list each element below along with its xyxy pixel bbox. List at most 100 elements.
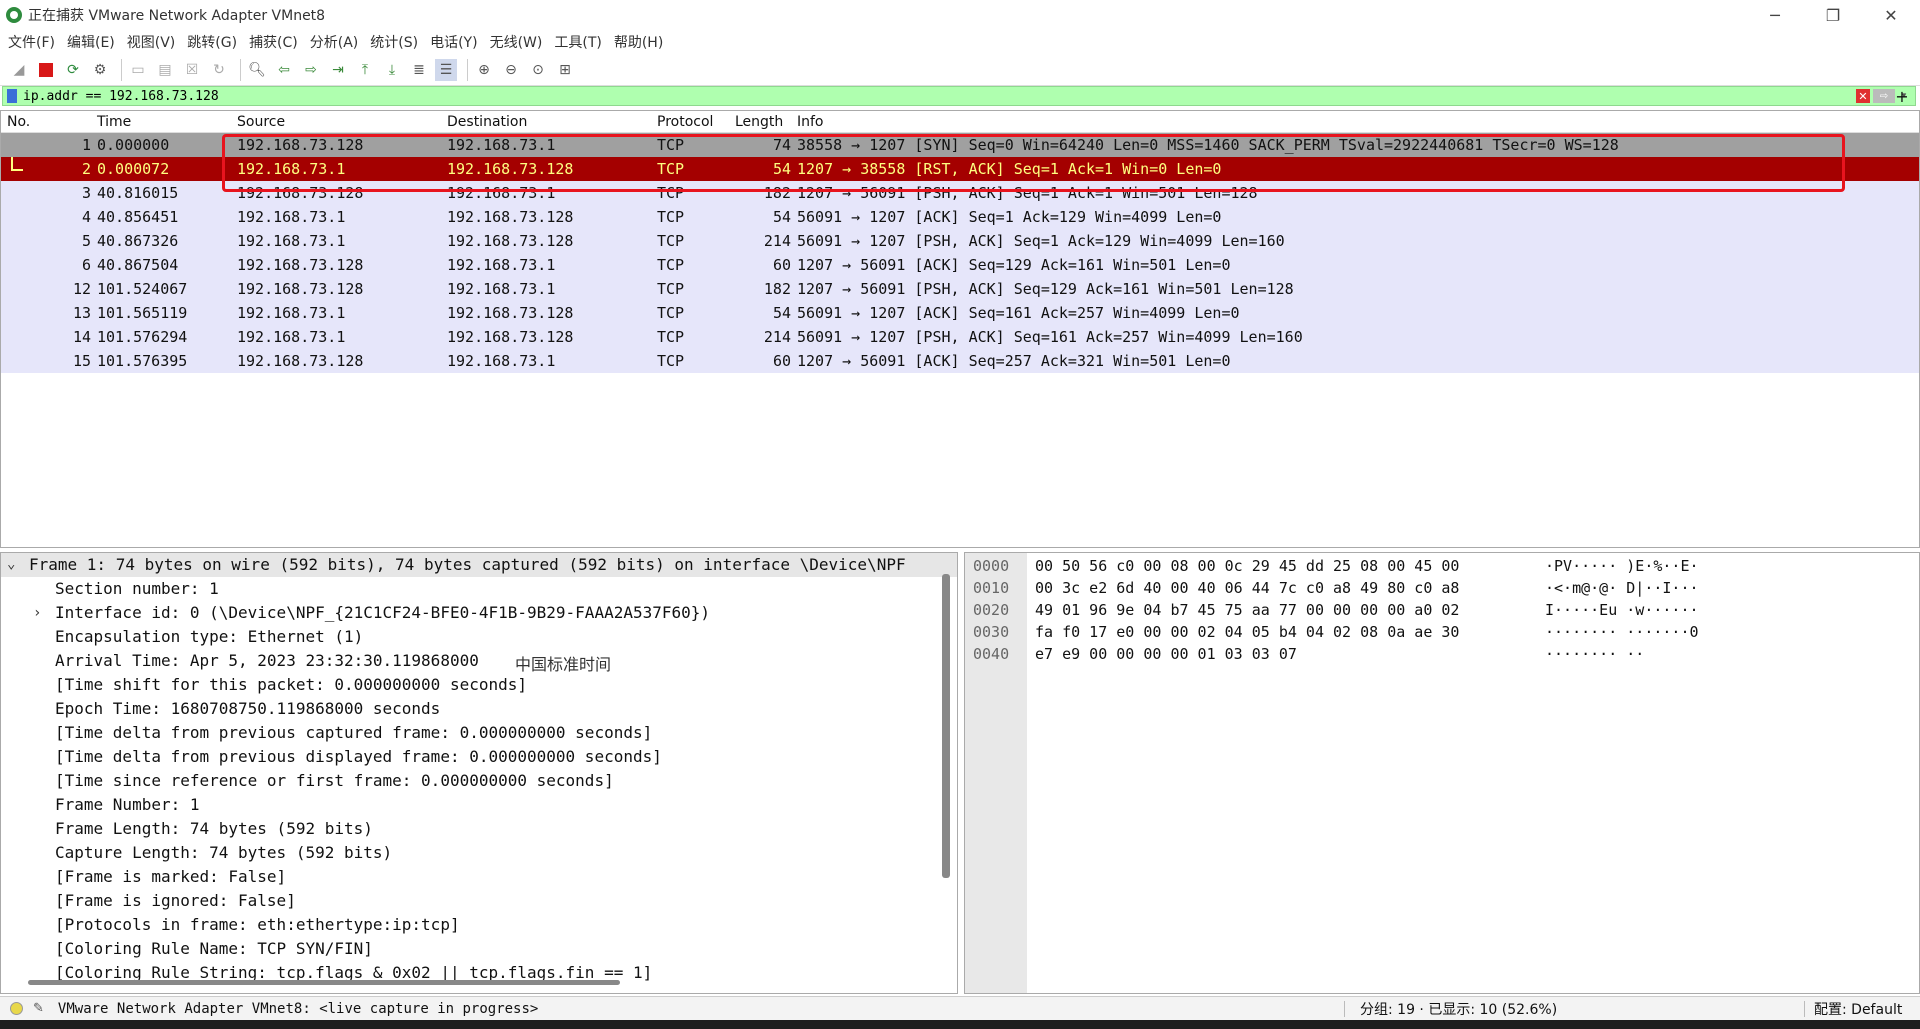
tree-item[interactable]: Arrival Time: Apr 5, 2023 23:32:30.11986… [1,649,957,674]
tree-item[interactable]: [Frame is marked: False] [1,865,957,889]
tree-item[interactable]: [Time shift for this packet: 0.000000000… [1,673,957,697]
menu-analyze[interactable]: 分析(A) [304,32,365,52]
menu-capture[interactable]: 捕获(C) [243,32,304,52]
clear-filter-icon[interactable]: ✕ [1856,89,1870,103]
first-packet-icon[interactable]: ⤒ [354,59,376,81]
details-vertical-scrollbar[interactable] [942,574,950,878]
packet-protocol: TCP [657,352,685,370]
go-to-packet-icon[interactable]: ⇥ [327,59,349,81]
zoom-out-icon[interactable]: ⊖ [500,59,522,81]
shark-fin-start-icon[interactable]: ◢ [8,59,30,81]
column-header-source[interactable]: Source [237,114,285,130]
packet-row[interactable]: 13 101.565119 192.168.73.1 192.168.73.12… [1,301,1919,325]
status-bar: ✎ VMware Network Adapter VMnet8: <live c… [0,996,1920,1020]
go-back-icon[interactable]: ⇦ [273,59,295,81]
packet-list-header: No. Time Source Destination Protocol Len… [1,111,1919,133]
packet-row[interactable]: 1 0.000000 192.168.73.128 192.168.73.1 T… [1,133,1919,157]
menu-tools[interactable]: 工具(T) [548,32,607,52]
packet-row[interactable]: 6 40.867504 192.168.73.128 192.168.73.1 … [1,253,1919,277]
last-packet-icon[interactable]: ⤓ [381,59,403,81]
timezone-label: 中国标准时间 [515,655,612,674]
zoom-normal-icon[interactable]: ⊙ [527,59,549,81]
column-header-info[interactable]: Info [797,114,824,130]
resize-columns-icon[interactable]: ⊞ [554,59,576,81]
reload-file-icon[interactable]: ↻ [208,59,230,81]
packet-length: 182 [763,184,791,202]
packet-length: 214 [763,328,791,346]
packet-source: 192.168.73.128 [237,256,364,274]
menu-wireless[interactable]: 无线(W) [484,32,549,52]
packet-row[interactable]: 15 101.576395 192.168.73.128 192.168.73.… [1,349,1919,373]
zoom-in-icon[interactable]: ⊕ [473,59,495,81]
colorize-icon[interactable]: ☰ [435,58,457,81]
save-file-icon[interactable]: ▤ [154,59,176,81]
tree-item-interface[interactable]: › Interface id: 0 (\Device\NPF_{21C1CF24… [1,601,957,625]
bookmark-icon[interactable] [7,89,17,103]
menu-file[interactable]: 文件(F) [2,32,61,52]
menu-view[interactable]: 视图(V) [121,32,182,52]
column-header-protocol[interactable]: Protocol [657,114,713,130]
packet-destination: 192.168.73.1 [447,280,556,298]
add-filter-button[interactable]: + [1890,86,1914,106]
expert-info-icon[interactable] [10,1002,23,1015]
column-header-time[interactable]: Time [97,114,131,130]
tree-item[interactable]: [Time since reference or first frame: 0.… [1,769,957,793]
tree-item[interactable]: Section number: 1 [1,577,957,601]
capture-options-icon[interactable]: ⚙ [89,59,111,81]
column-header-destination[interactable]: Destination [447,114,527,130]
find-packet-icon[interactable]: 🔍︎ [246,59,268,81]
open-file-icon[interactable]: ▭ [127,59,149,81]
tree-item[interactable]: [Time delta from previous displayed fram… [1,745,957,769]
details-horizontal-scrollbar[interactable] [28,980,620,985]
packet-protocol: TCP [657,232,685,250]
packet-destination: 192.168.73.128 [447,232,574,250]
go-forward-icon[interactable]: ⇨ [300,59,322,81]
collapse-chevron-icon[interactable]: ⌄ [7,556,15,572]
expand-chevron-icon[interactable]: › [33,605,41,621]
profile-label[interactable]: 配置: Default [1814,999,1902,1019]
close-button[interactable]: ✕ [1862,0,1920,30]
menu-edit[interactable]: 编辑(E) [61,32,121,52]
tree-item[interactable]: Encapsulation type: Ethernet (1) [1,625,957,649]
minimize-button[interactable]: ─ [1746,0,1804,30]
stop-capture-icon[interactable] [35,59,57,81]
tree-item[interactable]: Capture Length: 74 bytes (592 bits) [1,841,957,865]
autoscroll-icon[interactable]: ≣ [408,59,430,81]
close-file-icon[interactable]: ☒ [181,59,203,81]
packet-row[interactable]: 14 101.576294 192.168.73.1 192.168.73.12… [1,325,1919,349]
menu-telephony[interactable]: 电话(Y) [424,32,483,52]
menu-statistics[interactable]: 统计(S) [364,32,424,52]
packet-row[interactable]: 12 101.524067 192.168.73.128 192.168.73.… [1,277,1919,301]
tree-item[interactable]: [Coloring Rule Name: TCP SYN/FIN] [1,937,957,961]
tree-item[interactable]: Frame Number: 1 [1,793,957,817]
tree-item[interactable]: Frame Length: 74 bytes (592 bits) [1,817,957,841]
packet-info: 56091 → 1207 [PSH, ACK] Seq=1 Ack=129 Wi… [797,232,1285,250]
tree-item[interactable]: [Protocols in frame: eth:ethertype:ip:tc… [1,913,957,937]
packet-destination: 192.168.73.1 [447,352,556,370]
packet-info: 1207 → 38558 [RST, ACK] Seq=1 Ack=1 Win=… [797,160,1222,178]
tree-item[interactable]: [Time delta from previous captured frame… [1,721,957,745]
display-filter-input[interactable] [23,87,1856,105]
packet-row[interactable]: 3 40.816015 192.168.73.128 192.168.73.1 … [1,181,1919,205]
packet-no: 4 [81,208,91,226]
packet-no: 13 [72,304,91,322]
packet-row[interactable]: 2 0.000072 192.168.73.1 192.168.73.128 T… [1,157,1919,181]
packet-destination: 192.168.73.128 [447,160,574,178]
menu-help[interactable]: 帮助(H) [608,32,669,52]
packet-no: 6 [81,256,91,274]
restart-capture-icon[interactable]: ⟳ [62,59,84,81]
column-header-length[interactable]: Length [735,114,783,130]
menu-go[interactable]: 跳转(G) [181,32,243,52]
packet-length: 54 [772,208,791,226]
tree-item-frame[interactable]: ⌄ Frame 1: 74 bytes on wire (592 bits), … [1,553,957,577]
tree-item[interactable]: [Frame is ignored: False] [1,889,957,913]
packet-no: 2 [81,160,91,178]
tree-item[interactable]: Epoch Time: 1680708750.119868000 seconds [1,697,957,721]
capture-comment-icon[interactable]: ✎ [33,1001,44,1016]
packet-row[interactable]: 5 40.867326 192.168.73.1 192.168.73.128 … [1,229,1919,253]
packet-row[interactable]: 4 40.856451 192.168.73.1 192.168.73.128 … [1,205,1919,229]
packet-no: 3 [81,184,91,202]
column-header-no[interactable]: No. [7,114,30,130]
packet-info: 56091 → 1207 [ACK] Seq=1 Ack=129 Win=409… [797,208,1222,226]
restore-button[interactable]: ❐ [1804,0,1862,30]
